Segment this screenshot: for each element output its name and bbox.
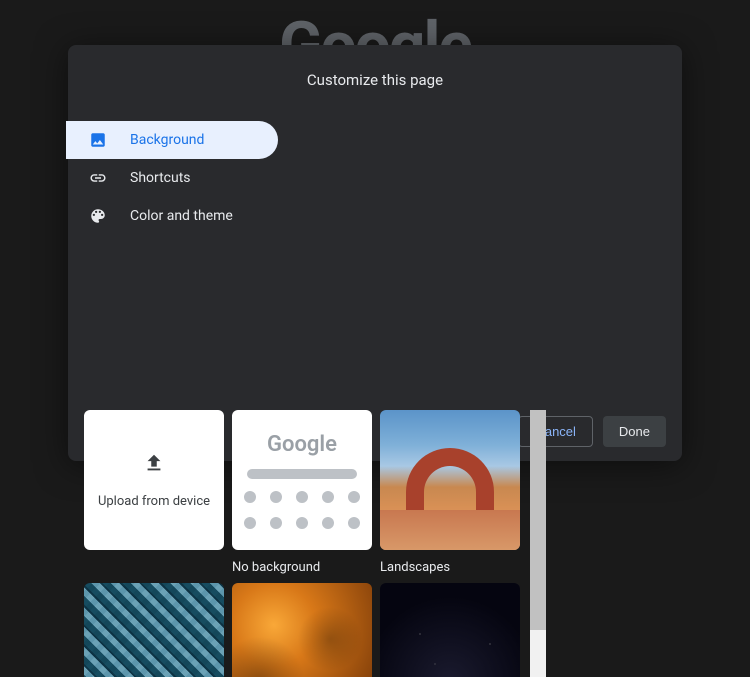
done-button[interactable]: Done (603, 416, 666, 447)
geometric-thumbnail (84, 583, 224, 677)
palette-icon (88, 206, 108, 226)
sidebar-item-color-theme[interactable]: Color and theme (68, 197, 278, 235)
scrollbar-thumb[interactable] (530, 410, 546, 630)
sidebar-item-background[interactable]: Background (66, 121, 278, 159)
tile-label: Landscapes (380, 560, 520, 575)
customize-dialog: Customize this page Background Shortcuts… (68, 45, 682, 461)
no-background-tile[interactable]: Google No background (232, 410, 372, 575)
category-tile[interactable] (380, 583, 520, 677)
mock-shortcut-dots (244, 491, 360, 529)
category-tile[interactable] (232, 583, 372, 677)
landscapes-tile[interactable]: Landscapes (380, 410, 520, 575)
dialog-title: Customize this page (68, 45, 682, 109)
category-tile[interactable] (84, 583, 224, 677)
texture-thumbnail (232, 583, 372, 677)
background-gallery: Upload from device Google No background … (84, 410, 544, 677)
sidebar-item-label: Shortcuts (130, 170, 191, 186)
upload-tile[interactable]: Upload from device (84, 410, 224, 575)
dialog-body: Background Shortcuts Color and theme (68, 109, 682, 461)
sidebar-item-label: Background (130, 132, 204, 148)
landscape-thumbnail (380, 410, 520, 550)
sidebar-item-shortcuts[interactable]: Shortcuts (68, 159, 278, 197)
sidebar-item-label: Color and theme (130, 208, 233, 224)
upload-label: Upload from device (98, 494, 210, 509)
mock-google-logo: Google (267, 432, 337, 457)
gallery-scrollbar[interactable] (530, 410, 546, 677)
upload-icon (143, 452, 165, 478)
mock-search-bar (247, 469, 357, 479)
image-icon (88, 130, 108, 150)
tile-label: No background (232, 560, 372, 575)
link-icon (88, 168, 108, 188)
sidebar: Background Shortcuts Color and theme (68, 109, 288, 461)
nightsky-thumbnail (380, 583, 520, 677)
